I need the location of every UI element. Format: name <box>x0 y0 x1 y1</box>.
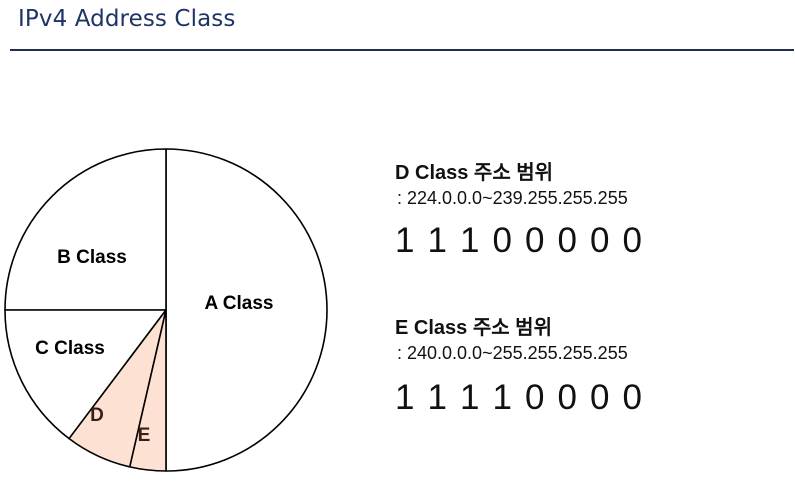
pie-label-e: E <box>138 425 151 446</box>
e-class-bit: 1 <box>492 378 512 417</box>
d-class-bit: 0 <box>590 221 610 260</box>
d-class-bit: 0 <box>492 221 512 260</box>
d-class-info: D Class 주소 범위 : 224.0.0.0~239.255.255.25… <box>395 156 655 261</box>
d-class-bit: 1 <box>460 221 480 260</box>
d-class-bit: 1 <box>395 221 415 260</box>
e-class-heading: E Class 주소 범위 <box>395 317 552 339</box>
pie-label-c-class: C Class <box>35 338 105 359</box>
d-class-bits: 11100000 <box>395 221 655 261</box>
pie-label-d: D <box>90 405 104 426</box>
e-class-bit: 0 <box>557 378 577 417</box>
e-class-bit: 1 <box>460 378 480 417</box>
e-class-info: E Class 주소 범위 : 240.0.0.0~255.255.255.25… <box>395 311 655 418</box>
e-class-bit: 0 <box>590 378 610 417</box>
pie-label-b-class: B Class <box>57 247 127 268</box>
pie-slice-b-class <box>4 148 167 311</box>
e-class-bit: 1 <box>427 378 447 417</box>
d-class-heading: D Class 주소 범위 <box>395 162 554 184</box>
d-class-bit: 0 <box>525 221 545 260</box>
d-class-range: : 224.0.0.0~239.255.255.255 <box>397 188 628 208</box>
d-class-bit: 0 <box>622 221 642 260</box>
e-class-range: : 240.0.0.0~255.255.255.255 <box>397 343 628 363</box>
d-class-bit: 1 <box>427 221 447 260</box>
d-class-bit: 0 <box>557 221 577 260</box>
e-class-bit: 1 <box>395 378 415 417</box>
e-class-bit: 0 <box>525 378 545 417</box>
e-class-bits: 11110000 <box>395 378 655 418</box>
pie-label-a-class: A Class <box>205 293 274 314</box>
e-class-bit: 0 <box>622 378 642 417</box>
